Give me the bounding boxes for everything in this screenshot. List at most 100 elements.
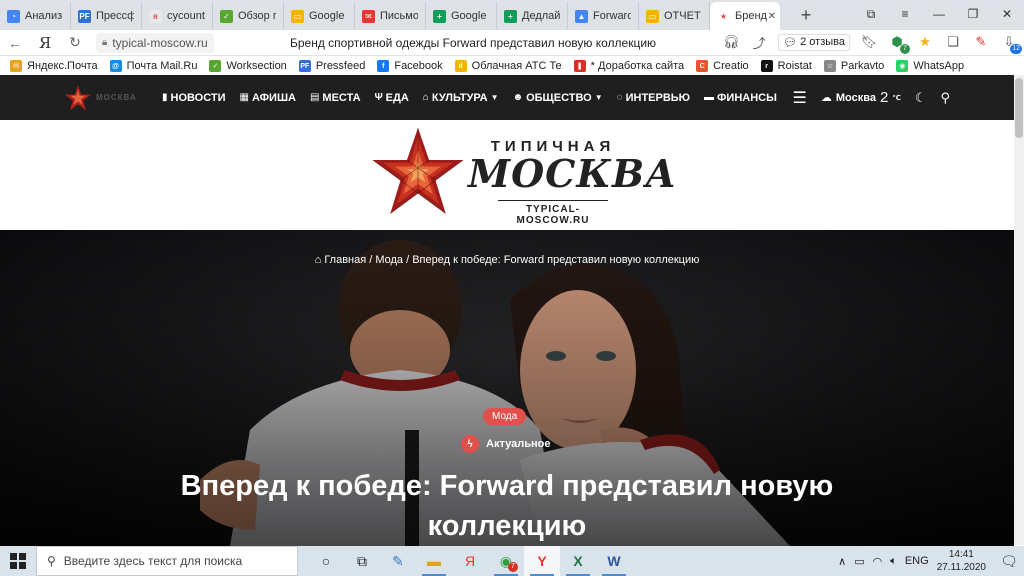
scrollbar-thumb[interactable] <box>1015 78 1023 138</box>
category-badge[interactable]: Мода <box>483 408 527 425</box>
clock-date: 27.11.2020 <box>936 562 986 573</box>
bookmark-item[interactable]: ıl Облачная АТС Те <box>454 60 562 72</box>
nav-item[interactable]: ▮ НОВОСТИ <box>162 92 226 104</box>
reload-icon[interactable]: ↻ <box>60 34 90 51</box>
site-brand[interactable]: ТИПИЧНАЯ МОСКВА TYPICAL-MOSCOW.RU <box>468 138 676 226</box>
browser-tab[interactable]: ✓ Обзор п <box>213 2 284 30</box>
download-badge: 12 <box>1010 44 1022 54</box>
wifi-icon[interactable]: ◠ <box>873 555 883 568</box>
bookmark-item[interactable]: f Facebook <box>377 60 443 72</box>
star-extension-icon[interactable]: ★ <box>916 33 934 51</box>
bookmark-item[interactable]: ❚ * Доработка сайта <box>573 60 684 72</box>
nav-item[interactable]: ◌ ИНТЕРВЬЮ <box>617 92 690 104</box>
bookmark-icon[interactable]: 🔖︎ <box>860 33 878 51</box>
site-header-banner: ТИПИЧНАЯ МОСКВА TYPICAL-MOSCOW.RU <box>0 120 1014 230</box>
close-button[interactable]: ✕ <box>990 7 1024 21</box>
clock-time: 14:41 <box>948 549 974 560</box>
article-hero: ⌂ Главная / Мода / Вперед к победе: Forw… <box>0 230 1014 546</box>
browser-tab[interactable]: ▭ Google Г <box>284 2 355 30</box>
tray-chevron-icon[interactable]: ∧ <box>838 555 846 568</box>
tab-favicon-icon: ★ <box>717 9 730 23</box>
dark-mode-icon[interactable]: ☾ <box>915 90 927 106</box>
share-icon[interactable]: ⤴ <box>750 33 768 51</box>
page-scrollbar[interactable] <box>1014 75 1024 545</box>
browser-tab[interactable]: ▭ ОТЧЕТ Р <box>639 2 710 30</box>
url-field[interactable]: 🔒︎ typical-moscow.ru <box>96 32 214 53</box>
lock-icon: 🔒︎ <box>102 37 108 48</box>
clock[interactable]: 14:41 27.11.2020 <box>937 548 986 574</box>
browser-tab[interactable]: + Дедлайн <box>497 2 568 30</box>
yandex-icon[interactable]: Y <box>524 546 560 576</box>
tab-label: Анализ с <box>25 10 63 22</box>
weather-widget[interactable]: ☁︎ Москва 2 ℃ <box>821 89 901 106</box>
nav-item[interactable]: ▤ МЕСТА <box>310 92 361 104</box>
language-indicator[interactable]: ENG <box>905 555 929 567</box>
volume-icon[interactable]: 🔈︎ <box>890 555 897 568</box>
paint-icon[interactable]: ✎ <box>380 546 416 576</box>
cortana-icon[interactable]: ○ <box>308 546 344 576</box>
bookmark-item[interactable]: r Roistat <box>760 60 812 72</box>
download-extension-icon[interactable]: ⇩ 12 <box>1000 33 1022 54</box>
network-icon[interactable]: ▭ <box>854 555 864 568</box>
reviews-label: 2 отзыва <box>800 36 845 48</box>
collections-icon[interactable]: ❏ <box>944 33 962 51</box>
nav-item[interactable]: ☻ ОБЩЕСТВО ▼ <box>513 92 603 104</box>
nav-item[interactable]: ▦ АФИША <box>240 92 296 104</box>
tab-label: Обзор п <box>238 10 276 22</box>
minimize-button[interactable]: — <box>922 7 956 21</box>
back-arrow-icon[interactable]: ← <box>0 35 30 51</box>
nav-item-icon: ▤ <box>309 92 320 103</box>
search-icon[interactable]: ⚲ <box>940 90 950 106</box>
browser-tab[interactable]: + Google Т <box>426 2 497 30</box>
browser-tab[interactable]: ★ Бренд ✕ <box>710 2 780 30</box>
trending-label[interactable]: ϟ Актуальное <box>461 435 550 453</box>
browser-tab[interactable]: ✉ Письмо <box>355 2 426 30</box>
excel-icon[interactable]: X <box>560 546 596 576</box>
breadcrumb: ⌂ Главная / Мода / Вперед к победе: Forw… <box>0 254 1014 266</box>
messenger-icon[interactable]: ◉ 7 <box>488 546 524 576</box>
hamburger-menu-icon[interactable]: ☰ <box>793 88 807 108</box>
task-view-icon[interactable]: ⧉ <box>344 546 380 576</box>
reviews-button[interactable]: 💬︎ 2 отзыва <box>778 33 850 51</box>
site-nav-logo[interactable]: МОСКВА <box>64 84 154 112</box>
tab-label: Прессфи <box>96 10 134 22</box>
nav-item-icon: Ψ <box>374 92 383 103</box>
taskbar-search-input[interactable]: ⚲ Введите здесь текст для поиска <box>36 546 298 576</box>
bookmark-item[interactable]: @ Почта Mail.Ru <box>109 60 197 72</box>
tab-close-icon[interactable]: ✕ <box>768 11 776 22</box>
nav-item[interactable]: ▬ ФИНАНСЫ <box>704 92 777 104</box>
word-icon[interactable]: W <box>596 546 632 576</box>
home-icon[interactable]: ⌂ <box>315 254 322 266</box>
bookmark-item[interactable]: ☺ Parkavto <box>823 60 884 72</box>
nav-item-label: ЕДА <box>385 91 409 104</box>
extension-shield-icon[interactable]: ⬢ 7 <box>888 33 910 54</box>
file-explorer-icon[interactable]: ▬ <box>416 546 452 576</box>
restore-button[interactable]: ❐ <box>956 7 990 21</box>
bookmark-item[interactable]: C Creatio <box>696 60 749 72</box>
bookmark-item[interactable]: ✓ Worksection <box>209 60 287 72</box>
menu-icon[interactable]: ≡ <box>888 7 922 21</box>
windows-start-icon[interactable] <box>0 546 36 576</box>
nav-item-label: ИНТЕРВЬЮ <box>625 91 691 104</box>
headphones-icon[interactable]: 🎧︎ <box>722 33 740 51</box>
browser-tab[interactable]: ◔ Анализ с <box>0 2 71 30</box>
nav-item-icon: ▦ <box>239 92 249 103</box>
nav-item[interactable]: Ψ ЕДА <box>375 92 409 104</box>
bookmark-item[interactable]: ✉ Яндекс.Почта <box>10 60 98 72</box>
bookmark-favicon-icon: ◉ <box>896 60 909 72</box>
breadcrumb-text[interactable]: Главная / Мода / Вперед к победе: Forwar… <box>324 254 699 266</box>
tab-favicon-icon: ✉ <box>362 9 375 23</box>
yandex-logo-icon[interactable]: Я <box>30 34 60 52</box>
pdf-extension-icon[interactable]: ✎ <box>972 33 990 51</box>
notification-icon[interactable]: 🗨︎ <box>994 553 1024 570</box>
bookmark-item[interactable]: ◉ WhatsApp <box>896 60 964 72</box>
tab-search-icon[interactable]: ⧉ <box>854 7 888 22</box>
browser-tab[interactable]: PF Прессфи <box>71 2 142 30</box>
bookmark-item[interactable]: PF Pressfeed <box>298 60 365 72</box>
browser-tab[interactable]: я cycounte <box>142 2 213 30</box>
yandex-browser-icon[interactable]: Я <box>452 546 488 576</box>
search-icon: ⚲ <box>47 554 56 568</box>
nav-item[interactable]: ⌂ КУЛЬТУРА ▼ <box>423 92 499 104</box>
browser-tab[interactable]: ▲ Forward <box>568 2 639 30</box>
new-tab-button[interactable]: + <box>794 3 818 27</box>
